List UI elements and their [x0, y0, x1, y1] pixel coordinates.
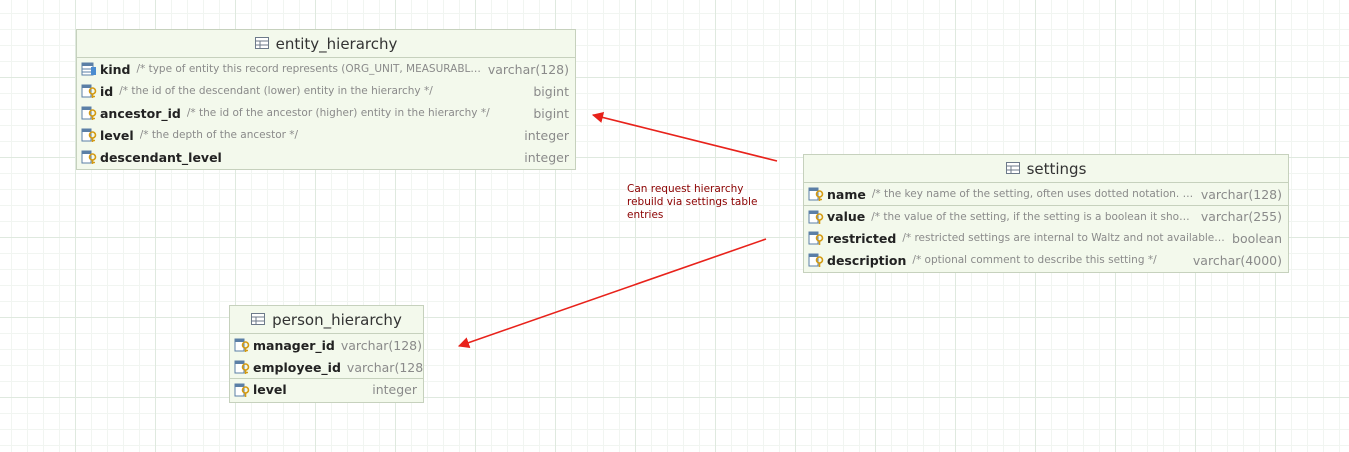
table-header[interactable]: person_hierarchy	[230, 306, 423, 334]
table-header[interactable]: settings	[804, 155, 1288, 183]
key-column-icon	[81, 149, 97, 165]
column-comment: /* the depth of the ancestor */	[139, 129, 299, 141]
key-column-icon	[234, 337, 250, 353]
column-name: name	[827, 186, 866, 202]
primary-key-column-icon	[81, 61, 97, 77]
column-type: boolean	[1232, 230, 1282, 246]
table-header[interactable]: entity_hierarchy	[77, 30, 575, 58]
note-line: Can request hierarchy	[627, 183, 744, 195]
column-name: ancestor_id	[100, 105, 181, 121]
table-title: settings	[1026, 159, 1087, 178]
column-icon	[808, 209, 824, 225]
column-name: descendant_level	[100, 149, 222, 165]
column-type: bigint	[533, 105, 569, 121]
arrow-settings-to-entity-hierarchy	[591, 112, 778, 162]
column-type: varchar(128)	[1200, 186, 1282, 202]
table-settings[interactable]: settings name /* the key name of the sett…	[803, 154, 1289, 273]
column-comment: /* restricted settings are internal to W…	[902, 232, 1227, 244]
column-type: varchar(4000)	[1192, 252, 1282, 268]
column-name: level	[100, 127, 134, 143]
column-icon	[808, 230, 824, 246]
column-type: varchar(255)	[1200, 209, 1282, 224]
column-name: id	[100, 83, 114, 99]
column-row-employee-id[interactable]: employee_id varchar(128)	[230, 356, 423, 378]
table-icon	[1005, 160, 1020, 178]
table-entity-hierarchy[interactable]: entity_hierarchy kind /* type of entity t…	[76, 29, 576, 170]
column-row-description[interactable]: description /* optional comment to descri…	[804, 249, 1288, 271]
column-list: kind /* type of entity this record repres…	[77, 58, 575, 168]
column-icon	[808, 252, 824, 268]
column-row-name[interactable]: name /* the key name of the setting, ofte…	[804, 183, 1288, 205]
key-column-icon	[234, 359, 250, 375]
column-comment: /* the value of the setting, if the sett…	[871, 210, 1195, 223]
column-comment: /* the id of the ancestor (higher) entit…	[186, 107, 490, 119]
column-list: manager_id varchar(128) employee_id varchar…	[230, 334, 423, 400]
column-row-descendant-level[interactable]: descendant_level integer	[77, 146, 575, 168]
column-comment: /* optional comment to describe this set…	[912, 254, 1157, 266]
key-column-icon	[808, 186, 824, 202]
column-type: integer	[372, 382, 417, 397]
column-row-value[interactable]: value /* the value of the setting, if the…	[804, 205, 1288, 227]
column-type: integer	[524, 149, 569, 165]
key-column-icon	[81, 127, 97, 143]
table-person-hierarchy[interactable]: person_hierarchy manager_id varchar(128) e…	[229, 305, 424, 403]
column-name: description	[827, 252, 907, 268]
table-icon	[254, 35, 269, 53]
column-list: name /* the key name of the setting, ofte…	[804, 183, 1288, 271]
column-row-id[interactable]: id /* the id of the descendant (lower) en…	[77, 80, 575, 102]
note-line: rebuild via settings table	[627, 196, 758, 208]
column-name: manager_id	[253, 337, 335, 353]
column-comment: /* the key name of the setting, often us…	[871, 188, 1195, 200]
column-type: integer	[524, 127, 569, 143]
column-name: level	[253, 382, 287, 397]
column-type: varchar(128)	[487, 61, 569, 77]
column-comment: /* type of entity this record represents…	[136, 63, 482, 75]
column-name: restricted	[827, 230, 897, 246]
column-row-kind[interactable]: kind /* type of entity this record repres…	[77, 58, 575, 80]
key-column-icon	[81, 83, 97, 99]
table-title: person_hierarchy	[272, 310, 402, 329]
column-type: bigint	[533, 83, 569, 99]
column-name: employee_id	[253, 359, 341, 375]
key-column-icon	[81, 105, 97, 121]
column-type: varchar(128)	[346, 359, 423, 375]
annotation-note: Can request hierarchy rebuild via settin…	[627, 183, 777, 222]
arrow-settings-to-person-hierarchy	[457, 238, 767, 348]
table-icon	[251, 311, 266, 329]
column-type: varchar(128)	[340, 337, 423, 353]
column-row-level[interactable]: level integer	[230, 378, 423, 400]
column-comment: /* the id of the descendant (lower) enti…	[119, 85, 433, 97]
column-row-restricted[interactable]: restricted /* restricted settings are int…	[804, 227, 1288, 249]
column-name: value	[827, 209, 866, 224]
column-icon	[234, 382, 250, 398]
column-name: kind	[100, 61, 131, 77]
column-row-level[interactable]: level /* the depth of the ancestor */ inte…	[77, 124, 575, 146]
column-row-manager-id[interactable]: manager_id varchar(128)	[230, 334, 423, 356]
column-row-ancestor-id[interactable]: ancestor_id /* the id of the ancestor (hi…	[77, 102, 575, 124]
table-title: entity_hierarchy	[275, 34, 398, 53]
note-line: entries	[627, 209, 664, 221]
